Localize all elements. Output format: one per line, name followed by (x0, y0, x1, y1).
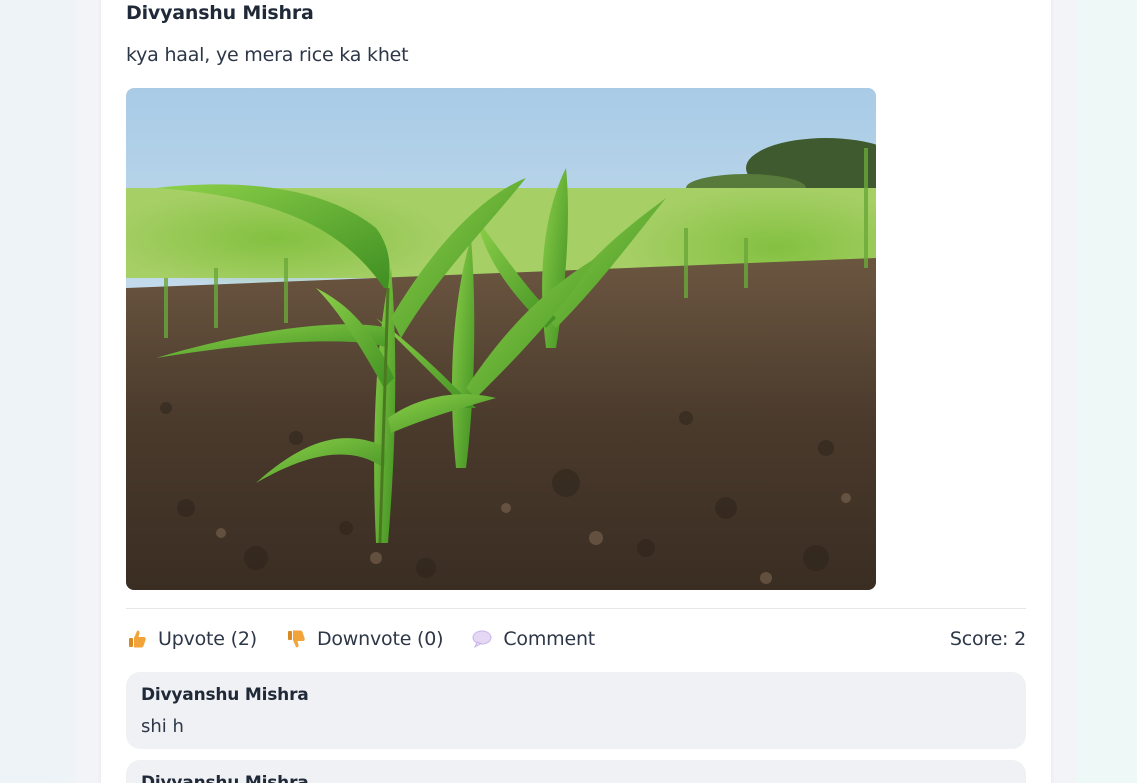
downvote-button[interactable]: Downvote (0) (285, 628, 444, 650)
comment-author[interactable]: Divyanshu Mishra (141, 685, 309, 705)
crop-field-photo (126, 88, 876, 590)
post-text: kya haal, ye mera rice ka khet (126, 44, 409, 66)
post-actions-bar: Upvote (2) Downvote (0) Comment Score: 2 (126, 624, 1026, 654)
downvote-label: Downvote (0) (316, 628, 444, 650)
upvote-label: Upvote (2) (158, 628, 257, 650)
comment-label: Comment (503, 628, 596, 650)
comment-item: Divyanshu Mishra (126, 760, 1026, 783)
post-author[interactable]: Divyanshu Mishra (126, 2, 314, 24)
comment-item: Divyanshu Mishra shi h (126, 672, 1026, 749)
upvote-button[interactable]: Upvote (2) (126, 628, 257, 650)
post-score: Score: 2 (949, 628, 1026, 650)
thumbs-down-icon (285, 628, 307, 650)
comment-author[interactable]: Divyanshu Mishra (141, 773, 309, 783)
thumbs-up-icon (126, 628, 148, 650)
post-image[interactable] (126, 88, 876, 590)
speech-bubble-icon (471, 628, 493, 650)
comment-text: shi h (141, 716, 184, 737)
comment-button[interactable]: Comment (471, 628, 595, 650)
post-divider (126, 608, 1026, 609)
